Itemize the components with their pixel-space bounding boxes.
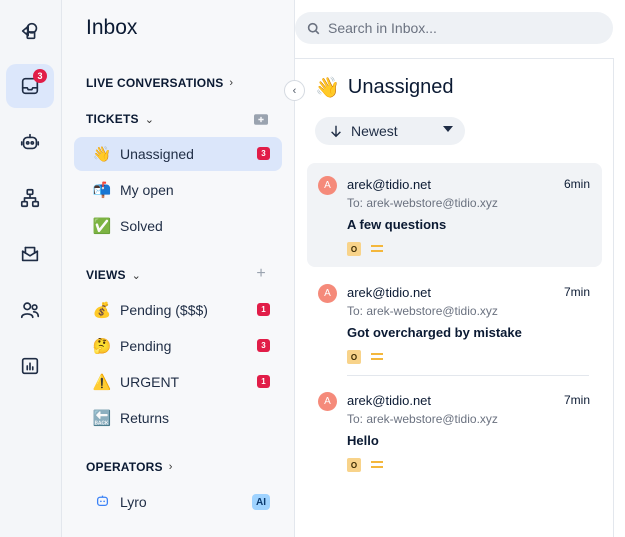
sidebar-item-solved[interactable]: ✅ Solved	[74, 209, 282, 243]
money-bag-icon: 💰	[92, 301, 112, 319]
ticket-recipient: To: arek-webstore@tidio.xyz	[347, 196, 498, 210]
ticket-recipient: To: arek-webstore@tidio.xyz	[347, 304, 498, 318]
caret-down-icon	[443, 126, 453, 132]
sort-dropdown[interactable]: Newest	[315, 117, 465, 145]
hierarchy-icon	[20, 188, 40, 208]
rail-overview-button[interactable]	[6, 9, 54, 53]
sidebar-item-urgent[interactable]: ⚠️ URGENT 1	[74, 365, 282, 399]
rail-contacts-button[interactable]	[6, 288, 54, 332]
view-count-badge: 1	[257, 375, 270, 388]
check-icon: ✅	[92, 217, 112, 235]
view-count-badge: 3	[257, 339, 270, 352]
ai-badge: AI	[252, 494, 270, 510]
sidebar-item-label: Pending	[120, 338, 172, 354]
avatar: A	[318, 176, 337, 195]
collapse-sidebar-button[interactable]: ‹	[284, 80, 305, 101]
search-icon	[307, 22, 320, 34]
priority-icon	[371, 245, 383, 252]
tickets-section[interactable]: TICKETS ⌄	[86, 112, 154, 126]
rail-analytics-button[interactable]	[6, 344, 54, 388]
ticket-time: 7min	[563, 393, 590, 407]
ticket-subject: A few questions	[347, 217, 447, 232]
list-header: 👋 Unassigned	[315, 75, 454, 100]
rail-bots-button[interactable]	[6, 120, 54, 164]
ticket-row[interactable]: A arek@tidio.net 7min To: arek-webstore@…	[307, 271, 602, 375]
live-conversations-label: LIVE CONVERSATIONS	[86, 76, 224, 90]
ticket-row[interactable]: A arek@tidio.net 6min To: arek-webstore@…	[307, 163, 602, 267]
search-bar	[295, 12, 613, 44]
ticket-status-tag: O	[347, 350, 361, 364]
list-divider	[347, 375, 589, 376]
rail-inbox-button[interactable]: 3	[6, 64, 54, 108]
ticket-subject: Hello	[347, 433, 379, 448]
page-title: Inbox	[86, 16, 138, 39]
ticket-add-icon[interactable]	[252, 110, 270, 128]
ticket-status-tag: O	[347, 242, 361, 256]
sidebar-item-unassigned[interactable]: 👋 Unassigned 3	[74, 137, 282, 171]
chevron-right-icon: ›	[168, 461, 173, 473]
ticket-sender: arek@tidio.net	[347, 177, 432, 192]
inbox-count-badge: 3	[33, 69, 47, 83]
sidebar-item-label: Pending ($$$)	[120, 302, 208, 318]
list-title: Unassigned	[347, 76, 454, 98]
icon-rail: 3	[0, 0, 62, 537]
sidebar-item-label: Returns	[120, 410, 170, 426]
rail-flows-button[interactable]	[6, 176, 54, 220]
shapes-icon	[21, 22, 38, 40]
mailbox-icon: 📬	[92, 181, 112, 199]
add-view-icon[interactable]: +	[252, 265, 270, 283]
chevron-down-icon: ⌄	[144, 113, 155, 126]
search-input[interactable]	[328, 20, 598, 36]
wave-icon: 👋	[315, 77, 340, 99]
live-conversations-section[interactable]: LIVE CONVERSATIONS ›	[86, 76, 233, 90]
chevron-left-icon: ‹	[292, 84, 297, 97]
users-icon	[20, 302, 40, 319]
ticket-status-tag: O	[347, 458, 361, 472]
bot-icon	[92, 494, 112, 510]
operators-section[interactable]: OPERATORS ›	[86, 460, 173, 474]
warning-icon: ⚠️	[92, 373, 112, 391]
avatar: A	[318, 392, 337, 411]
ticket-row[interactable]: A arek@tidio.net 7min To: arek-webstore@…	[307, 379, 602, 483]
ticket-sender: arek@tidio.net	[347, 393, 432, 408]
sidebar-item-pending[interactable]: 🤔 Pending 3	[74, 329, 282, 363]
operators-label: OPERATORS	[86, 460, 163, 474]
sidebar-item-returns[interactable]: 🔙 Returns	[74, 401, 282, 435]
ticket-subject: Got overcharged by mistake	[347, 325, 522, 340]
ticket-sender: arek@tidio.net	[347, 285, 432, 300]
sidebar-item-label: URGENT	[120, 374, 180, 390]
sidebar-item-label: Lyro	[120, 494, 147, 510]
unassigned-count-badge: 3	[257, 147, 270, 160]
sidebar-item-label: Unassigned	[120, 146, 194, 162]
ticket-recipient: To: arek-webstore@tidio.xyz	[347, 412, 498, 426]
chevron-right-icon: ›	[229, 77, 234, 89]
sort-label: Newest	[351, 123, 398, 139]
inbox-sidebar: Inbox LIVE CONVERSATIONS › TICKETS ⌄ 👋 U…	[62, 0, 295, 537]
ticket-time: 6min	[563, 177, 590, 191]
rail-email-button[interactable]	[6, 232, 54, 276]
mail-icon	[21, 246, 39, 262]
sidebar-item-pending-paid[interactable]: 💰 Pending ($$$) 1	[74, 293, 282, 327]
ticket-list-pane: 👋 Unassigned Newest A arek@tidio.net 6mi…	[295, 58, 614, 537]
ticket-icon	[254, 113, 268, 125]
bot-icon	[20, 133, 40, 150]
wave-icon: 👋	[92, 145, 112, 163]
ticket-time: 7min	[563, 285, 590, 299]
avatar: A	[318, 284, 337, 303]
back-arrow-icon: 🔙	[92, 409, 112, 427]
views-label: VIEWS	[86, 268, 126, 282]
chart-icon	[21, 357, 39, 375]
views-section[interactable]: VIEWS ⌄	[86, 268, 141, 282]
sidebar-item-my-open[interactable]: 📬 My open	[74, 173, 282, 207]
arrow-down-icon	[331, 125, 341, 138]
sidebar-item-label: Solved	[120, 218, 163, 234]
sidebar-item-lyro[interactable]: Lyro AI	[74, 485, 282, 519]
priority-icon	[371, 353, 383, 360]
tickets-label: TICKETS	[86, 112, 139, 126]
priority-icon	[371, 461, 383, 468]
thinking-face-icon: 🤔	[92, 337, 112, 355]
chevron-down-icon: ⌄	[131, 269, 142, 282]
sidebar-item-label: My open	[120, 182, 174, 198]
view-count-badge: 1	[257, 303, 270, 316]
